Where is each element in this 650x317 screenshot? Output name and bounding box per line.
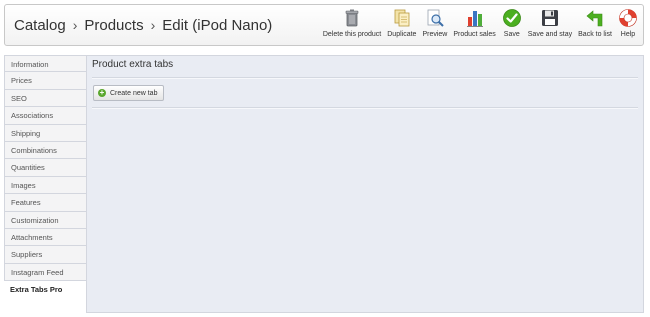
preview-label: Preview bbox=[422, 31, 448, 38]
tab-seo[interactable]: SEO bbox=[4, 89, 86, 108]
back-arrow-icon bbox=[586, 10, 603, 27]
breadcrumb: Catalog › Products › Edit (iPod Nano) bbox=[14, 17, 272, 34]
save-label: Save bbox=[503, 31, 520, 38]
back-to-list-button[interactable]: Back to list bbox=[578, 8, 612, 38]
checkmark-icon bbox=[502, 9, 521, 27]
bar-chart-icon bbox=[466, 11, 483, 27]
delete-product-button[interactable]: Delete this product bbox=[323, 8, 381, 38]
duplicate-button[interactable]: Duplicate bbox=[387, 8, 416, 38]
save-and-stay-button[interactable]: Save and stay bbox=[528, 8, 572, 38]
tab-quantities[interactable]: Quantities bbox=[4, 159, 86, 177]
magnifier-icon bbox=[427, 9, 444, 27]
tab-shipping[interactable]: Shipping bbox=[4, 124, 86, 142]
tab-information[interactable]: Information bbox=[4, 55, 86, 73]
floppy-disk-icon bbox=[541, 10, 558, 26]
product-tabs: Information Prices SEO Associations Ship… bbox=[4, 55, 86, 299]
header-toolbar: Catalog › Products › Edit (iPod Nano) Delete… bbox=[4, 4, 644, 46]
product-sales-button[interactable]: Product sales bbox=[453, 8, 496, 38]
product-sales-label: Product sales bbox=[453, 31, 496, 38]
breadcrumb-separator: › bbox=[72, 17, 78, 33]
toolbar-buttons: Delete this product Duplicate Preview Pr… bbox=[320, 8, 641, 46]
duplicate-icon bbox=[394, 9, 410, 27]
delete-product-label: Delete this product bbox=[322, 31, 382, 38]
tab-suppliers[interactable]: Suppliers bbox=[4, 246, 86, 264]
lifebuoy-icon bbox=[619, 9, 637, 27]
create-new-tab-label: Create new tab bbox=[110, 89, 158, 97]
divider bbox=[92, 77, 638, 79]
tab-extra-tabs-pro[interactable]: Extra Tabs Pro bbox=[4, 281, 86, 299]
breadcrumb-separator: › bbox=[150, 17, 156, 33]
help-button[interactable]: Help bbox=[618, 8, 638, 38]
tab-instagram-feed[interactable]: Instagram Feed bbox=[4, 263, 86, 282]
duplicate-label: Duplicate bbox=[387, 31, 417, 38]
help-label: Help bbox=[620, 31, 636, 38]
save-and-stay-label: Save and stay bbox=[527, 31, 573, 38]
add-icon: + bbox=[98, 88, 106, 97]
save-button[interactable]: Save bbox=[502, 8, 522, 38]
panel-title: Product extra tabs bbox=[92, 59, 174, 70]
tab-combinations[interactable]: Combinations bbox=[4, 141, 86, 160]
back-to-list-label: Back to list bbox=[578, 31, 612, 38]
breadcrumb-current: Edit (iPod Nano) bbox=[162, 17, 273, 34]
extra-tabs-panel: Product extra tabs + Create new tab bbox=[86, 55, 644, 313]
breadcrumb-products[interactable]: Products bbox=[84, 17, 143, 34]
breadcrumb-catalog[interactable]: Catalog bbox=[14, 17, 66, 34]
tab-customization[interactable]: Customization bbox=[4, 211, 86, 229]
tab-images[interactable]: Images bbox=[4, 176, 86, 195]
tab-associations[interactable]: Associations bbox=[4, 107, 86, 125]
create-new-tab-button[interactable]: + Create new tab bbox=[93, 85, 165, 101]
trash-icon bbox=[345, 9, 359, 27]
preview-button[interactable]: Preview bbox=[422, 8, 447, 38]
tab-prices[interactable]: Prices bbox=[4, 72, 86, 90]
tab-features[interactable]: Features bbox=[4, 194, 86, 212]
divider bbox=[92, 107, 638, 109]
tab-attachments[interactable]: Attachments bbox=[4, 228, 86, 247]
